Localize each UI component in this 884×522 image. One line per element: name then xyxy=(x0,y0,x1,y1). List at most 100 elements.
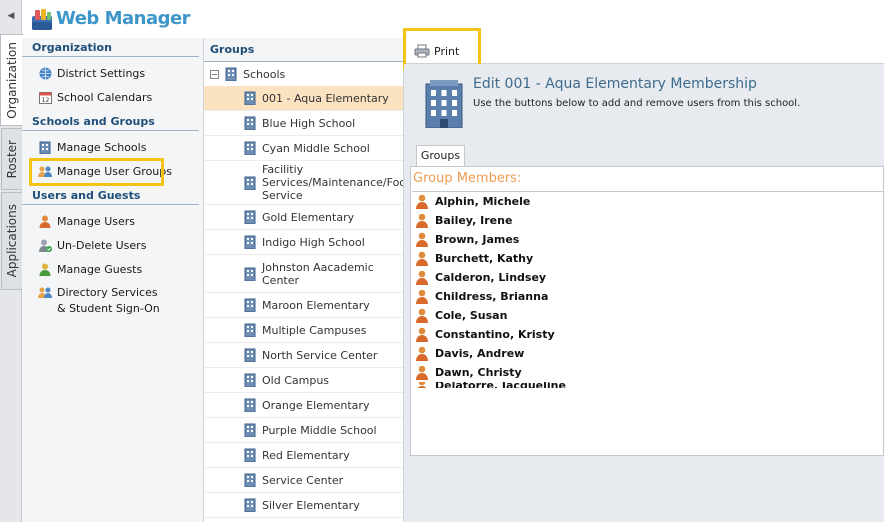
nav-item-school-calendars[interactable]: 12 School Calendars xyxy=(22,85,203,109)
member-name: Calderon, Lindsey xyxy=(435,271,547,284)
tree-item-label: Silver Elementary xyxy=(262,498,360,512)
tab-groups[interactable]: Groups xyxy=(416,145,465,166)
globe-icon xyxy=(38,66,52,80)
group-members-panel: Group Members: Alphin, Michele Bailey, Ir… xyxy=(410,166,884,456)
member-row[interactable]: Childress, Brianna xyxy=(412,287,883,306)
nav-item-manage-guests[interactable]: Manage Guests xyxy=(22,257,203,281)
tree-item-group[interactable]: Technology Center xyxy=(204,518,403,522)
tree-item-group[interactable]: Johnston Aacademic Center xyxy=(204,255,403,293)
user-icon xyxy=(416,213,428,228)
tree-item-group[interactable]: Blue High School xyxy=(204,111,403,136)
user-icon xyxy=(416,194,428,209)
nav-item-directory-services[interactable]: Directory Services & Student Sign-On xyxy=(22,281,203,317)
building-icon xyxy=(244,298,256,312)
tree-item-group[interactable]: Facilitiy Services/Maintenance/Food Serv… xyxy=(204,161,403,205)
tree-item-group[interactable]: Maroon Elementary xyxy=(204,293,403,318)
group-members-list: Alphin, Michele Bailey, Irene Brown, James… xyxy=(412,191,883,388)
user-icon xyxy=(416,327,428,342)
vtab-label: Roster xyxy=(5,139,19,179)
tree-item-label: North Service Center xyxy=(262,348,378,362)
tree-item-group[interactable]: Silver Elementary xyxy=(204,493,403,518)
member-name: Cole, Susan xyxy=(435,309,508,322)
school-building-icon xyxy=(425,80,463,128)
user-icon xyxy=(416,346,428,361)
vtab-organization[interactable]: Organization xyxy=(0,34,23,126)
page-title: Edit 001 - Aqua Elementary Membership xyxy=(473,76,757,92)
tree-item-group[interactable]: North Service Center xyxy=(204,343,403,368)
tree-item-group[interactable]: Service Center xyxy=(204,468,403,493)
nav-section-organization: Organization xyxy=(22,39,199,57)
vtab-label: Organization xyxy=(5,41,19,119)
nav-item-un-delete-users[interactable]: Un-Delete Users xyxy=(22,233,203,257)
groups-panel-header: Groups xyxy=(204,38,403,62)
member-name: Childress, Brianna xyxy=(435,290,549,303)
nav-section-schools-and-groups: Schools and Groups xyxy=(22,113,199,131)
building-icon xyxy=(244,141,256,155)
tree-item-group[interactable]: Old Campus xyxy=(204,368,403,393)
nav-item-label: Directory Services & Student Sign-On xyxy=(57,286,160,315)
tree-item-group[interactable]: Gold Elementary xyxy=(204,205,403,230)
building-icon xyxy=(244,91,256,105)
vtab-roster[interactable]: Roster xyxy=(1,128,22,190)
building-icon xyxy=(244,323,256,337)
building-icon xyxy=(244,498,256,512)
nav-item-manage-users[interactable]: Manage Users xyxy=(22,209,203,233)
left-navigation: Organization District Settings 12 School… xyxy=(22,38,204,522)
member-row[interactable]: Constantino, Kristy xyxy=(412,325,883,344)
nav-item-district-settings[interactable]: District Settings xyxy=(22,61,203,85)
main-content: Edit 001 - Aqua Elementary Membership Us… xyxy=(404,64,884,522)
building-icon xyxy=(244,116,256,130)
member-row[interactable]: Cole, Susan xyxy=(412,306,883,325)
tree-item-label: Facilitiy Services/Maintenance/Food Serv… xyxy=(262,163,404,202)
print-button[interactable]: Print xyxy=(414,42,459,60)
member-row[interactable]: Alphin, Michele xyxy=(412,192,883,211)
web-manager-logo-icon xyxy=(32,9,52,30)
user-icon xyxy=(416,251,428,266)
tree-item-group[interactable]: Multiple Campuses xyxy=(204,318,403,343)
tree-item-group[interactable]: Red Elementary xyxy=(204,443,403,468)
building-icon xyxy=(225,67,237,81)
member-row[interactable]: Burchett, Kathy xyxy=(412,249,883,268)
toolbar: Print xyxy=(404,38,884,64)
nav-section-users-and-guests: Users and Guests xyxy=(22,187,199,205)
member-row[interactable]: Delatorre, Jacqueline xyxy=(412,382,883,388)
group-members-title: Group Members: xyxy=(413,171,522,186)
building-icon xyxy=(244,473,256,487)
user-group-icon xyxy=(38,164,52,178)
collapse-arrow-icon[interactable]: ◀ xyxy=(0,6,22,26)
vtab-applications[interactable]: Applications xyxy=(1,192,22,290)
tree-item-group[interactable]: Indigo High School xyxy=(204,230,403,255)
building-icon xyxy=(38,140,52,154)
tree-item-label: 001 - Aqua Elementary xyxy=(262,91,389,105)
tree-item-group[interactable]: 001 - Aqua Elementary xyxy=(204,86,403,111)
user-icon xyxy=(417,382,427,388)
tree-item-label: Maroon Elementary xyxy=(262,298,370,312)
building-icon xyxy=(244,448,256,462)
member-row[interactable]: Davis, Andrew xyxy=(412,344,883,363)
nav-item-label: Un-Delete Users xyxy=(57,238,147,252)
member-name: Delatorre, Jacqueline xyxy=(435,382,566,388)
tree-item-label: Multiple Campuses xyxy=(262,323,367,337)
building-icon xyxy=(244,210,256,224)
user-icon xyxy=(416,270,428,285)
nav-item-manage-schools[interactable]: Manage Schools xyxy=(22,135,203,159)
tree-item-label: Orange Elementary xyxy=(262,398,370,412)
tree-item-group[interactable]: Purple Middle School xyxy=(204,418,403,443)
print-button-label: Print xyxy=(434,44,460,58)
tree-item-group[interactable]: Orange Elementary xyxy=(204,393,403,418)
app-brand-title: Web Manager xyxy=(56,8,191,29)
collapse-minus-icon[interactable]: − xyxy=(210,69,219,79)
member-row[interactable]: Brown, James xyxy=(412,230,883,249)
user-icon xyxy=(38,214,52,228)
nav-item-label: Manage Schools xyxy=(57,140,147,154)
user-icon xyxy=(416,308,428,323)
tree-root-schools[interactable]: − Schools xyxy=(204,62,403,86)
member-row[interactable]: Calderon, Lindsey xyxy=(412,268,883,287)
tree-item-group[interactable]: Cyan Middle School xyxy=(204,136,403,161)
building-icon xyxy=(244,348,256,362)
nav-item-label: Manage Users xyxy=(57,214,135,228)
member-row[interactable]: Bailey, Irene xyxy=(412,211,883,230)
app-header: Web Manager xyxy=(22,0,404,38)
nav-item-manage-user-groups[interactable]: Manage User Groups xyxy=(22,159,203,183)
member-row[interactable]: Dawn, Christy xyxy=(412,363,883,382)
